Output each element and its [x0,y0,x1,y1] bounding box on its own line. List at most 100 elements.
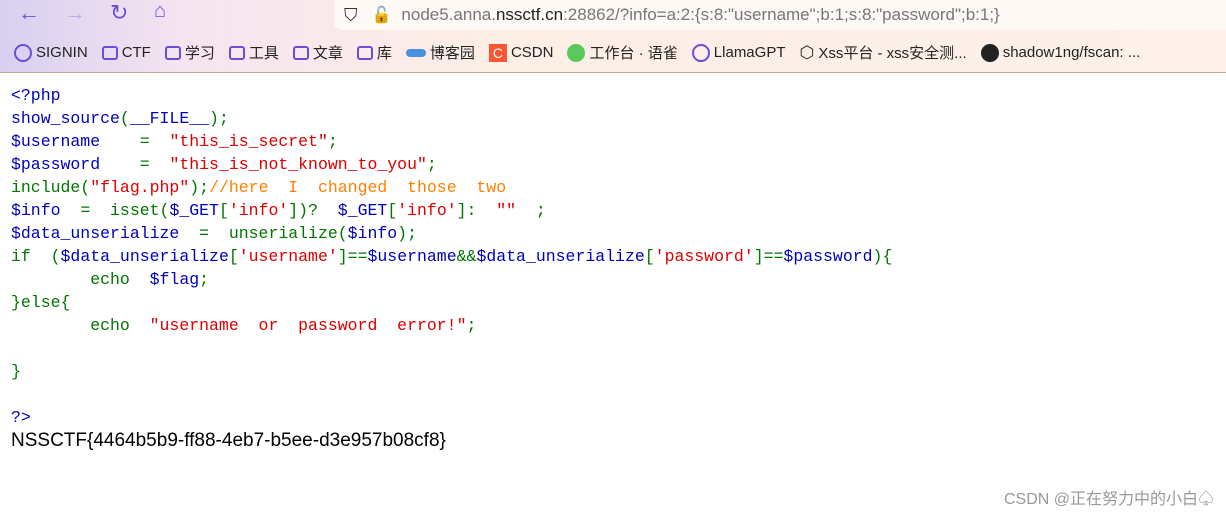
globe-icon [691,43,710,62]
csdn-icon: C [488,43,507,62]
code-token: = unserialize( [179,224,348,243]
folder-icon [164,45,181,60]
watermark: CSDN @正在努力中的小白♤ [1003,491,1214,508]
code-token: ; [327,132,338,151]
bookmark-label: 博客园 [429,45,475,62]
code-token: "username or password error!" [149,316,467,335]
bookmark-item[interactable]: 博客园 [405,42,475,63]
bookmark-item[interactable]: shadow1ng/fscan: ... [980,42,1141,63]
code-token: ; [199,270,210,289]
bookmark-item[interactable]: 库 [356,42,392,63]
folder-icon [101,45,118,60]
bookmark-label: 工作台 · 语雀 [589,45,678,62]
code-token: ; [466,316,477,335]
bookmark-label: 工具 [248,45,279,62]
code-line: $password = "this_is_not_known_to_you"; [11,153,892,176]
home-button[interactable]: ⌂ [154,0,166,23]
bookmark-item[interactable]: 文章 [292,42,343,63]
code-token: echo [11,316,150,335]
code-line: $username = "this_is_secret"; [11,130,892,153]
code-token: ( [119,109,130,128]
code-token: $password [11,155,101,174]
code-token: $info [347,224,398,243]
code-token: ); [397,224,417,243]
code-token: $password [783,247,873,266]
forward-button[interactable]: → [64,0,86,26]
bookmark-label: SIGNIN [36,44,88,61]
code-line: show_source(__FILE__); [11,107,892,130]
back-button[interactable]: ← [18,0,40,26]
reload-button[interactable]: ↻ [110,0,128,26]
code-token: $flag [149,270,200,289]
globe-icon [14,43,32,62]
browser-toolbar: ← → ↻ ⌂ ⛉ 🔓 node5.anna. nssctf.cn:28862/?… [0,0,1226,73]
bookmark-item[interactable]: ⬡ Xss平台 - xss安全测... [800,42,967,63]
bookmark-item[interactable]: LlamaGPT [691,42,786,63]
code-token: }else{ [11,293,71,312]
code-token: ]== [753,247,784,266]
code-token: $_GET [337,201,388,220]
code-token: ?> [11,408,31,427]
code-token: ); [209,109,229,128]
code-token: [ [218,201,229,220]
folder-icon [292,45,309,60]
code-line: $info = isset($_GET['info'])? $_GET['inf… [11,199,892,222]
bookmark-label: LlamaGPT [713,44,786,61]
bookmark-item[interactable]: 工具 [228,42,279,63]
bookmark-item[interactable]: 工作台 · 语雀 [567,42,678,63]
bookmarks-bar: SIGNIN CTF 学习 工具 文章 库 博客园 C CSDN 工作台 · 语雀 LlamaGPT… [14,42,1140,63]
code-token: ); [189,178,210,197]
code-token: <?php [11,86,61,105]
code-line: echo "username or password error!"; [11,314,892,337]
code-token: = isset( [60,201,170,220]
bookmark-label: 学习 [184,45,215,62]
bookmark-item[interactable]: CTF [101,42,151,63]
insecure-lock-icon[interactable]: 🔓 [372,5,392,25]
code-token: ])? [288,201,338,220]
php-source-code: <?php show_source(__FILE__); $username = "… [11,84,892,429]
code-token: ]: [456,201,497,220]
flag-output: NSSCTF{4464b5b9-ff88-4eb7-b5ee-d3e957b08… [11,430,446,451]
code-token: = [100,155,170,174]
cnblogs-icon [405,48,426,57]
code-token: "this_is_secret" [169,132,328,151]
bookmark-label: CTF [121,44,151,61]
bookmark-item[interactable]: SIGNIN [14,42,88,63]
url-host: nssctf.cn [495,5,564,24]
code-token: if ( [11,247,61,266]
code-token: show_source [11,109,120,128]
shield-icon[interactable]: ⛉ [344,5,358,26]
bookmark-label: shadow1ng/fscan: ... [1002,44,1141,61]
code-token: "this_is_not_known_to_you" [169,155,427,174]
github-icon [980,43,999,62]
url-rest: :28862/?info=a:2:{s:8:"username";b:1;s:8… [563,5,1000,24]
bookmark-item[interactable]: C CSDN [488,42,553,63]
code-token: 'username' [238,247,338,266]
code-line: echo $flag; [11,268,892,291]
code-token: 'password' [654,247,754,266]
code-token: $data_unserialize [60,247,229,266]
code-token: && [456,247,477,266]
code-token: echo [11,270,150,289]
code-line: }else{ [11,291,892,314]
code-token: $info [11,201,61,220]
code-token: $_GET [169,201,219,220]
code-line: if ($data_unserialize['username']==$user… [11,245,892,268]
folder-icon [356,45,373,60]
code-token: ){ [872,247,893,266]
bookmark-label: Xss平台 - xss安全测... [818,45,967,62]
code-token: [ [387,201,398,220]
bookmark-item[interactable]: 学习 [164,42,215,63]
code-token: "flag.php" [90,178,190,197]
code-line: include("flag.php");//here I changed tho… [11,176,892,199]
xss-icon: ⬡ [799,42,815,62]
code-token: ]== [337,247,368,266]
code-line: $data_unserialize = unserialize($info); [11,222,892,245]
code-token: $username [367,247,457,266]
address-bar[interactable]: ⛉ 🔓 node5.anna. nssctf.cn:28862/?info=a:2… [334,0,1226,30]
yuque-icon [567,43,586,62]
code-token: include( [11,178,91,197]
bookmark-label: 文章 [312,45,343,62]
code-line: } [11,360,892,383]
